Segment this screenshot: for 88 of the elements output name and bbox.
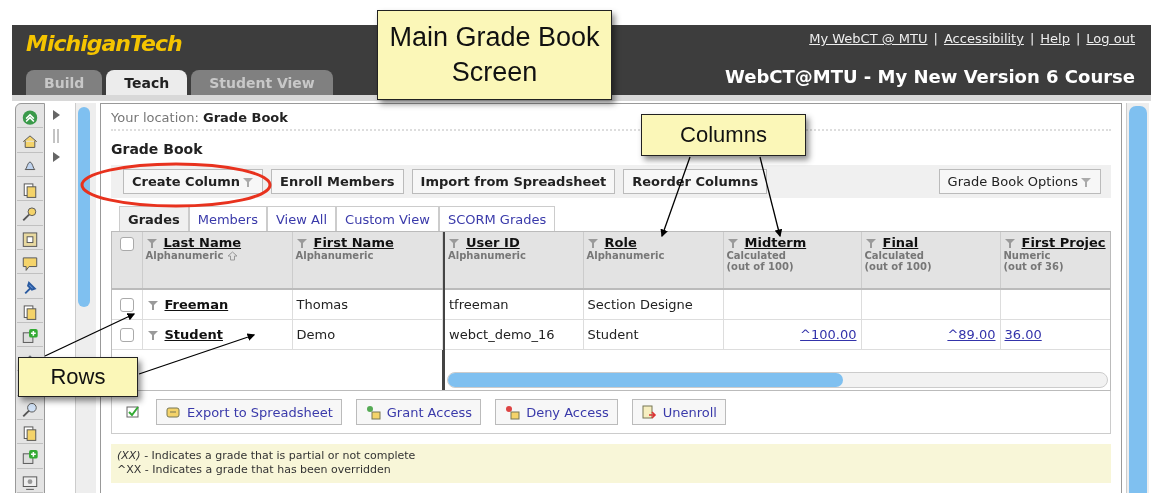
name-link[interactable]: Freeman [164,297,229,312]
column-header: Role Alphanumeric [583,232,723,289]
checkbox[interactable] [119,298,134,313]
column-header: Last Name Alphanumeric [142,232,292,289]
funnel-icon[interactable] [586,236,599,249]
action-button[interactable]: Export to Spreadsheet [156,399,342,425]
action-button[interactable]: Unenroll [631,399,726,425]
view-tab[interactable]: Grades [119,206,189,231]
legend-text: ^XX - Indicates a grade that has been overridden [117,463,392,478]
location-label: Your location: [111,110,199,125]
column-header: Final Calculated (out of 100) [861,232,1000,289]
column-header: User ID Alphanumeric [445,232,583,289]
expand-icon[interactable] [51,109,61,121]
toolbar-button[interactable]: Create Column [123,169,264,194]
logo: MichiganTech [26,31,183,56]
home-icon[interactable] [17,132,43,153]
people-icon [364,404,381,420]
expand-icon[interactable] [51,151,61,163]
pages-icon[interactable] [17,424,43,445]
checkbox[interactable] [119,328,134,343]
vertical-scrollbar[interactable] [1126,103,1149,493]
action-button[interactable]: Deny Access [495,399,618,425]
table-cell: Section Designe [583,289,723,320]
course-title: WebCT@MTU - My New Version 6 Course [724,66,1135,87]
funnel-icon[interactable] [448,236,460,249]
grade-link[interactable]: 36.00 [1004,327,1042,342]
action-button[interactable]: Grant Access [355,399,482,425]
header-link[interactable]: Log out [1086,31,1135,46]
funnel-icon[interactable] [864,236,877,249]
callout-note: Main Grade Book Screen [377,10,612,100]
callout-note: Columns [641,114,806,156]
drag-handle-icon[interactable] [51,129,61,143]
column-sort-link[interactable]: Last Name [163,235,242,250]
add-icon[interactable] [17,326,43,348]
callout-note: Rows [18,357,138,397]
funnel-icon[interactable] [1003,236,1016,249]
frame-icon[interactable] [17,229,43,250]
key-icon[interactable] [17,205,43,226]
funnel-icon[interactable] [146,298,159,311]
grade-link[interactable]: ^89.00 [947,327,996,342]
pages-icon[interactable] [17,302,43,323]
page-heading: Grade Book [111,141,204,157]
header-link[interactable]: Help [1040,31,1070,46]
funnel-icon[interactable] [145,236,158,249]
column-header: Midterm Calculated (out of 100) [723,232,861,289]
separator: | [1075,31,1081,46]
header-link[interactable]: My WebCT @ MTU [809,31,928,46]
pin-icon[interactable] [17,278,43,299]
options-button[interactable]: Grade Book Options [938,169,1101,194]
table-cell: Thomas [292,289,442,320]
view-tab[interactable]: Custom View [336,206,439,231]
legend-text: (XX) - Indicates a grade that is partial or not complete [117,449,417,464]
funnel-icon[interactable] [726,236,739,249]
view-tab[interactable]: Members [188,206,267,231]
column-sort-link[interactable]: Final [882,235,919,250]
table-cell: Student [583,319,723,350]
name-link[interactable]: Student [164,327,223,342]
toolbar-button[interactable]: Import from Spreadsheet [411,169,616,194]
grade-link[interactable]: ^100.00 [800,327,857,342]
checklist-icon [126,405,142,419]
table-cell: tfreeman [445,289,583,320]
collapse-icon[interactable] [17,108,43,129]
checkbox[interactable] [119,236,134,251]
column-sort-link[interactable]: First Projec [1021,235,1106,250]
column-sort-link[interactable]: Midterm [744,235,807,250]
pages-icon[interactable] [17,180,43,202]
column-header: First Name Alphanumeric [292,232,442,289]
funnel-icon[interactable] [146,328,159,341]
column-sort-link[interactable]: First Name [313,235,394,250]
table-cell: Demo [292,319,442,350]
separator: | [933,31,938,46]
funnel-icon[interactable] [295,236,308,249]
add-icon[interactable] [17,448,43,469]
horizontal-scrollbar[interactable] [447,372,1108,388]
header-link[interactable]: Accessibility [943,31,1024,46]
nav-tab[interactable]: Teach [106,70,188,95]
sort-arrow-icon [227,250,239,261]
column-sort-link[interactable]: User ID [466,235,520,250]
separator: | [1029,31,1035,46]
page-arrow-icon [640,404,657,420]
location-value: Grade Book [203,110,288,125]
table-cell: webct_demo_16 [445,319,583,350]
column-sort-link[interactable]: Role [604,235,637,250]
view-tab[interactable]: View All [266,206,337,231]
people-icon [504,404,521,420]
column-header: First Projec Numeric (out of 36) [1000,232,1110,289]
toolbar-button[interactable]: Enroll Members [271,169,404,194]
view-tab[interactable]: SCORM Grades [438,206,556,231]
